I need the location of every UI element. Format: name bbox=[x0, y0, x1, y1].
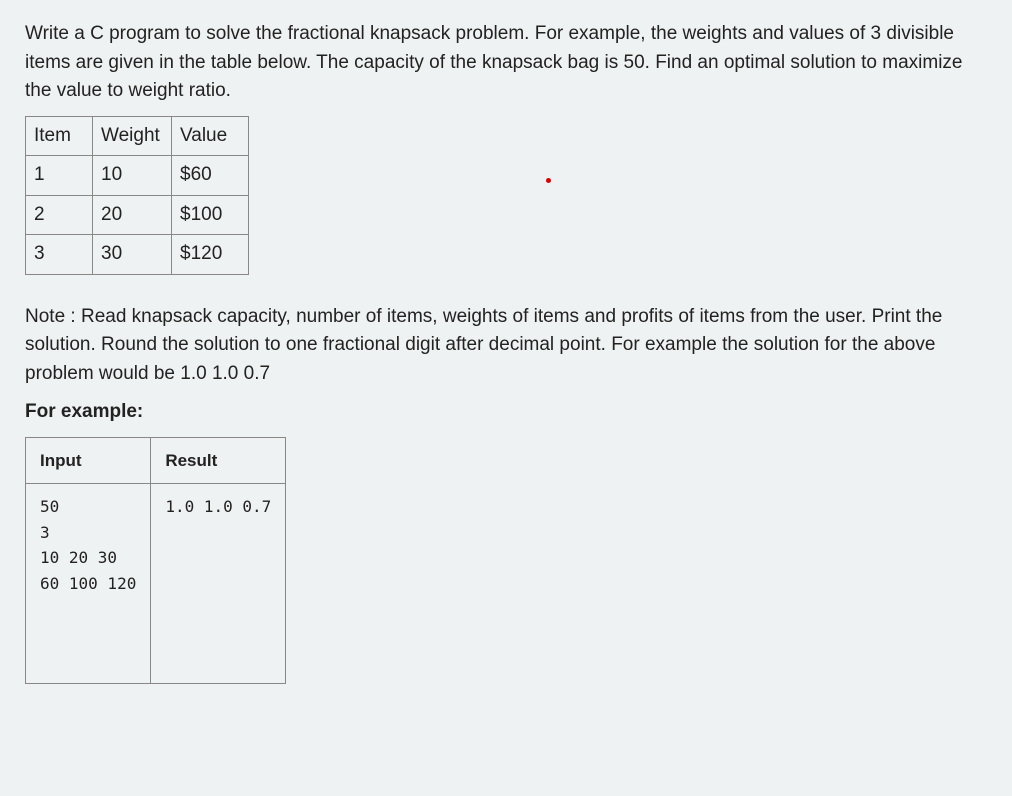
table-row: 2 20 $100 bbox=[26, 195, 249, 235]
table-row: 1 10 $60 bbox=[26, 156, 249, 196]
example-input-cell: 50 3 10 20 30 60 100 120 bbox=[26, 484, 151, 684]
cell-weight: 10 bbox=[93, 156, 172, 196]
red-dot-icon bbox=[546, 178, 551, 183]
example-header-input: Input bbox=[26, 437, 151, 484]
cell-value: $60 bbox=[172, 156, 249, 196]
note-paragraph: Note : Read knapsack capacity, number of… bbox=[25, 303, 987, 389]
cell-item: 2 bbox=[26, 195, 93, 235]
table-row: 50 3 10 20 30 60 100 120 1.0 1.0 0.7 bbox=[26, 484, 286, 684]
cell-weight: 20 bbox=[93, 195, 172, 235]
for-example-label: For example: bbox=[25, 398, 987, 427]
items-header-value: Value bbox=[172, 116, 249, 156]
example-header-result: Result bbox=[151, 437, 286, 484]
example-input-text: 50 3 10 20 30 60 100 120 bbox=[40, 494, 136, 673]
items-table: Item Weight Value 1 10 $60 2 20 $100 3 3… bbox=[25, 116, 249, 275]
items-header-weight: Weight bbox=[93, 116, 172, 156]
cell-value: $100 bbox=[172, 195, 249, 235]
intro-paragraph: Write a C program to solve the fractiona… bbox=[25, 20, 987, 106]
cell-value: $120 bbox=[172, 235, 249, 275]
table-row: 3 30 $120 bbox=[26, 235, 249, 275]
example-result-text: 1.0 1.0 0.7 bbox=[165, 494, 271, 520]
cell-weight: 30 bbox=[93, 235, 172, 275]
example-result-cell: 1.0 1.0 0.7 bbox=[151, 484, 286, 684]
cell-item: 3 bbox=[26, 235, 93, 275]
cell-item: 1 bbox=[26, 156, 93, 196]
items-header-item: Item bbox=[26, 116, 93, 156]
example-table: Input Result 50 3 10 20 30 60 100 120 1.… bbox=[25, 437, 286, 685]
